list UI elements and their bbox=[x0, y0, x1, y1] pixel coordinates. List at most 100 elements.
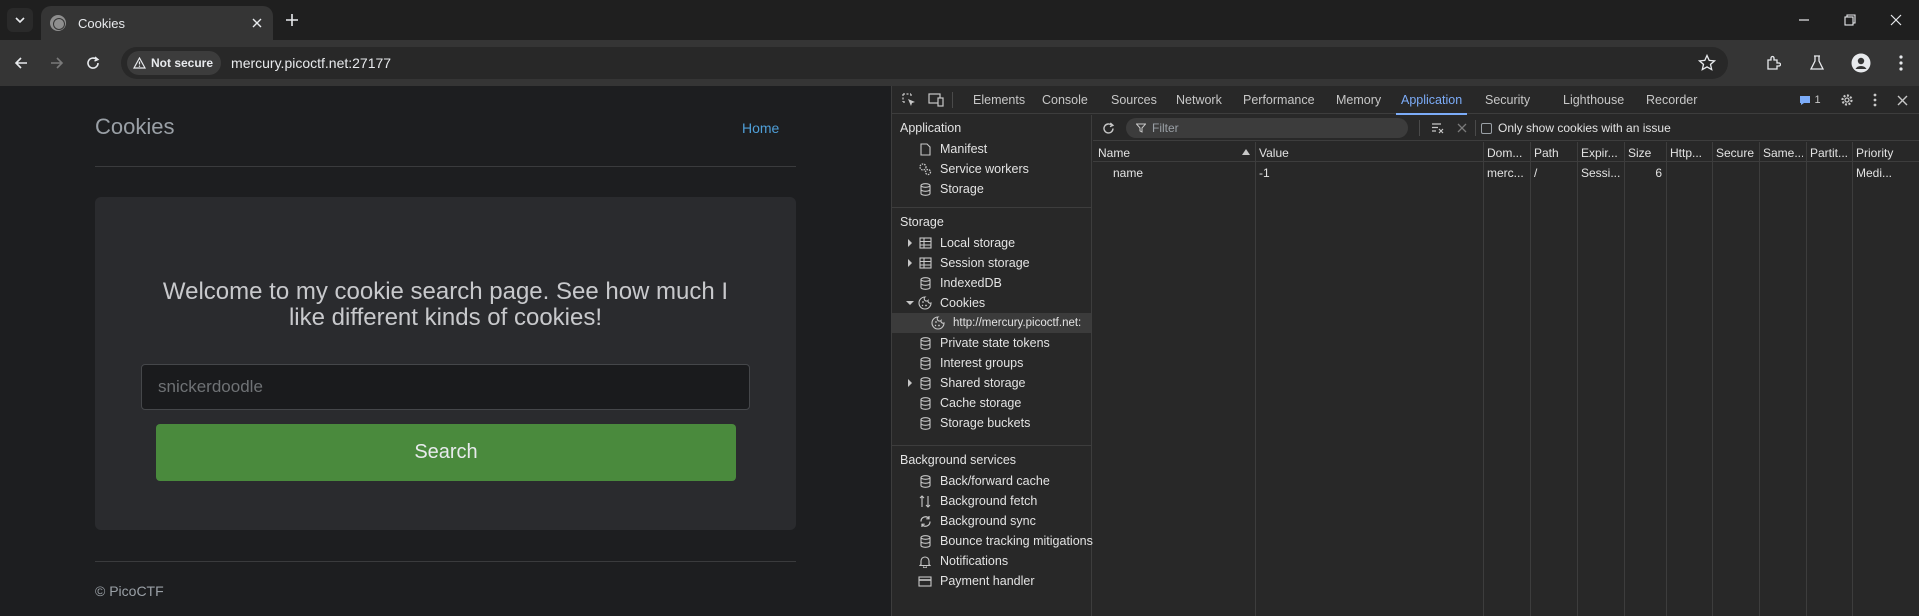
cookie-size-cell[interactable]: 6 bbox=[1628, 166, 1662, 180]
issues-button[interactable]: 1 bbox=[1796, 91, 1824, 109]
delete-selected-cookie-button[interactable] bbox=[1453, 119, 1471, 137]
cookie-toolbar: Filter Only show cookies with an issue bbox=[1093, 115, 1919, 141]
tab-elements[interactable]: Elements bbox=[973, 86, 1025, 114]
chevron-right-icon[interactable] bbox=[906, 239, 914, 247]
tab-sources[interactable]: Sources bbox=[1111, 86, 1157, 114]
cookie-name-cell[interactable]: name bbox=[1113, 166, 1143, 180]
sidebar-item-cookie-origin[interactable]: http://mercury.picoctf.net: bbox=[892, 313, 1091, 333]
sidebar-item-interest-groups[interactable]: Interest groups bbox=[892, 353, 1091, 373]
footer-text: © PicoCTF bbox=[95, 583, 164, 599]
labs-button[interactable] bbox=[1805, 51, 1829, 75]
sidebar-divider bbox=[892, 445, 1091, 446]
clear-filtered-icon bbox=[1432, 123, 1444, 134]
sidebar-item-cache-storage[interactable]: Cache storage bbox=[892, 393, 1091, 413]
sidebar-item-bounce-tracking[interactable]: Bounce tracking mitigations bbox=[892, 531, 1093, 551]
tab-lighthouse[interactable]: Lighthouse bbox=[1563, 86, 1624, 114]
home-link[interactable]: Home bbox=[742, 120, 779, 136]
profile-button[interactable] bbox=[1849, 51, 1873, 75]
sidebar-item-label: Cache storage bbox=[940, 396, 1022, 410]
database-icon bbox=[918, 396, 932, 410]
sidebar-item-payment-handler[interactable]: Payment handler bbox=[892, 571, 1091, 591]
sidebar-item-background-fetch[interactable]: Background fetch bbox=[892, 491, 1091, 511]
column-header-partition-key[interactable]: Partit... bbox=[1810, 146, 1850, 160]
tab-performance[interactable]: Performance bbox=[1243, 86, 1315, 114]
tab-application[interactable]: Application bbox=[1395, 86, 1468, 115]
refresh-cookies-button[interactable] bbox=[1099, 119, 1117, 137]
reload-button[interactable] bbox=[81, 51, 105, 75]
sidebar-item-cookies[interactable]: Cookies bbox=[892, 293, 1091, 313]
sidebar-item-back-forward-cache[interactable]: Back/forward cache bbox=[892, 471, 1091, 491]
devtools-menu-button[interactable] bbox=[1866, 91, 1884, 109]
minimize-button[interactable] bbox=[1781, 8, 1827, 32]
sidebar-item-storage-overview[interactable]: Storage bbox=[892, 179, 1091, 199]
column-header-path[interactable]: Path bbox=[1534, 146, 1574, 160]
chevron-right-icon[interactable] bbox=[906, 259, 914, 267]
column-header-samesite[interactable]: Same... bbox=[1763, 146, 1803, 160]
devtools-settings-button[interactable] bbox=[1838, 91, 1856, 109]
browser-tab[interactable]: Cookies bbox=[41, 6, 273, 40]
new-tab-button[interactable] bbox=[282, 10, 302, 30]
cookie-expires-cell[interactable]: Sessi... bbox=[1581, 166, 1621, 180]
forward-button[interactable] bbox=[45, 51, 69, 75]
toolbar-divider bbox=[952, 92, 953, 108]
device-toolbar-button[interactable] bbox=[927, 91, 945, 109]
column-header-size[interactable]: Size bbox=[1628, 146, 1664, 160]
column-header-value[interactable]: Value bbox=[1259, 146, 1289, 160]
toolbar-divider bbox=[1419, 120, 1420, 136]
extensions-button[interactable] bbox=[1761, 51, 1785, 75]
tab-console[interactable]: Console bbox=[1042, 86, 1088, 114]
sidebar-item-session-storage[interactable]: Session storage bbox=[892, 253, 1091, 273]
tab-recorder[interactable]: Recorder bbox=[1646, 86, 1697, 114]
tab-network[interactable]: Network bbox=[1176, 86, 1222, 114]
sidebar-item-label: Bounce tracking mitigations bbox=[940, 534, 1093, 548]
chevron-right-icon[interactable] bbox=[906, 379, 914, 387]
inspect-element-button[interactable] bbox=[900, 91, 918, 109]
security-chip[interactable]: Not secure bbox=[127, 51, 222, 75]
column-header-httponly[interactable]: Http... bbox=[1670, 146, 1710, 160]
sidebar-item-indexeddb[interactable]: IndexedDB bbox=[892, 273, 1091, 293]
column-divider bbox=[1806, 142, 1807, 616]
sidebar-item-service-workers[interactable]: Service workers bbox=[892, 159, 1091, 179]
chevron-down-icon[interactable] bbox=[906, 299, 914, 307]
search-input[interactable] bbox=[141, 364, 750, 410]
tab-security[interactable]: Security bbox=[1485, 86, 1530, 114]
globe-icon bbox=[50, 15, 66, 31]
footer-divider bbox=[95, 561, 796, 562]
sidebar-item-storage-buckets[interactable]: Storage buckets bbox=[892, 413, 1091, 433]
sidebar-item-manifest[interactable]: Manifest bbox=[892, 139, 1091, 159]
clear-all-cookies-button[interactable] bbox=[1429, 119, 1447, 137]
sidebar-item-private-state-tokens[interactable]: Private state tokens bbox=[892, 333, 1091, 353]
tab-search-button[interactable] bbox=[7, 8, 33, 32]
column-header-secure[interactable]: Secure bbox=[1716, 146, 1756, 160]
browser-menu-button[interactable] bbox=[1889, 51, 1913, 75]
column-header-expires[interactable]: Expir... bbox=[1581, 146, 1621, 160]
cookie-path-cell[interactable]: / bbox=[1534, 166, 1574, 180]
sort-ascending-icon bbox=[1242, 149, 1250, 155]
column-header-priority[interactable]: Priority bbox=[1856, 146, 1918, 160]
devtools-close-button[interactable] bbox=[1893, 91, 1911, 109]
database-icon bbox=[918, 356, 932, 370]
only-issues-checkbox[interactable]: Only show cookies with an issue bbox=[1481, 121, 1671, 135]
sidebar-item-background-sync[interactable]: Background sync bbox=[892, 511, 1091, 531]
window-close-button[interactable] bbox=[1873, 8, 1919, 32]
address-bar[interactable]: Not secure mercury.picoctf.net:27177 bbox=[121, 47, 1728, 79]
sidebar-item-notifications[interactable]: Notifications bbox=[892, 551, 1091, 571]
restore-button[interactable] bbox=[1827, 8, 1873, 32]
column-divider bbox=[1255, 142, 1256, 616]
tab-close-button[interactable] bbox=[249, 15, 265, 31]
tab-memory[interactable]: Memory bbox=[1336, 86, 1381, 114]
checkbox-box[interactable] bbox=[1481, 122, 1492, 134]
back-button[interactable] bbox=[9, 51, 33, 75]
sidebar-item-local-storage[interactable]: Local storage bbox=[892, 233, 1091, 253]
credit-card-icon bbox=[918, 574, 932, 588]
cookie-filter-input[interactable]: Filter bbox=[1126, 118, 1408, 138]
sidebar-item-shared-storage[interactable]: Shared storage bbox=[892, 373, 1091, 393]
column-header-name[interactable]: Name bbox=[1098, 146, 1130, 160]
search-button[interactable]: Search bbox=[156, 424, 736, 481]
cookie-value-cell[interactable]: -1 bbox=[1259, 166, 1270, 180]
column-header-domain[interactable]: Dom... bbox=[1487, 146, 1527, 160]
bookmark-star-button[interactable] bbox=[1697, 53, 1717, 77]
cookie-priority-cell[interactable]: Medi... bbox=[1856, 166, 1918, 180]
toolbar-divider bbox=[1475, 120, 1476, 136]
cookie-domain-cell[interactable]: merc... bbox=[1487, 166, 1527, 180]
